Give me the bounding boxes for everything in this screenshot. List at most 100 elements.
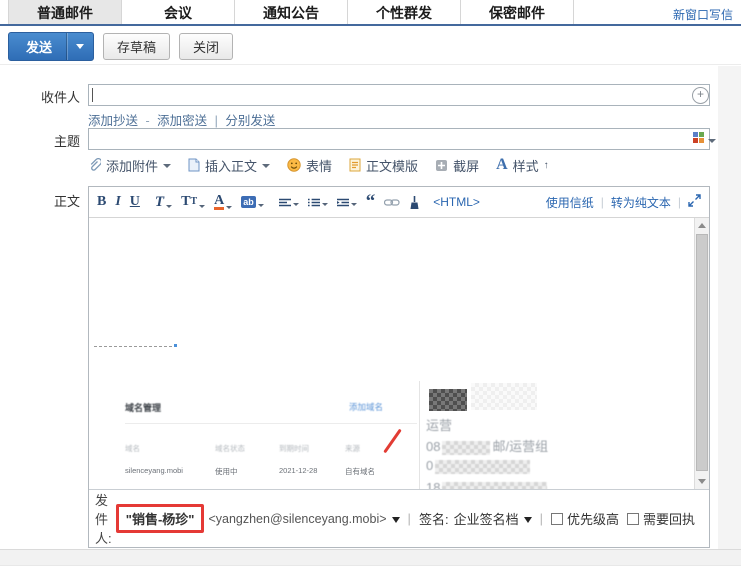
tab-confidential-mail[interactable]: 保密邮件 bbox=[461, 0, 574, 24]
mosaic-blur-block bbox=[442, 441, 490, 455]
style-A-icon: A bbox=[496, 156, 508, 174]
editor-body-area[interactable]: 域名管理 添加域名 域名 域名状态 到期时间 来源 silenceyang.mo… bbox=[89, 218, 709, 489]
tag-dropdown-arrow-icon[interactable] bbox=[708, 139, 716, 143]
read-receipt-checkbox[interactable] bbox=[627, 513, 639, 525]
red-annotation-box: "销售-杨珍" bbox=[116, 504, 205, 533]
send-dropdown-arrow-icon[interactable] bbox=[67, 33, 93, 60]
mosaic-blur-block bbox=[429, 389, 467, 411]
toolbar-divider bbox=[0, 64, 741, 65]
emoji-label: 表情 bbox=[306, 156, 332, 175]
from-email: <yangzhen@silenceyang.mobi> bbox=[208, 512, 386, 526]
font-color-button[interactable]: A bbox=[214, 195, 232, 210]
body-template-label: 正文模版 bbox=[366, 156, 418, 175]
dropdown-arrow-icon bbox=[351, 203, 357, 206]
page-gutter bbox=[718, 66, 741, 549]
indent-icon bbox=[337, 198, 349, 207]
text-caret bbox=[92, 88, 93, 102]
font-family-button[interactable]: T bbox=[155, 195, 172, 209]
editor-scrollbar[interactable] bbox=[694, 218, 709, 489]
expand-icon bbox=[688, 194, 701, 207]
read-receipt-label: 需要回执 bbox=[643, 509, 695, 528]
signature-line: 运营 bbox=[426, 415, 452, 434]
link-separator: - bbox=[142, 114, 154, 128]
html-source-button[interactable]: <HTML> bbox=[433, 195, 480, 209]
mosaic-blur-block bbox=[471, 383, 537, 410]
tab-meeting[interactable]: 会议 bbox=[122, 0, 235, 24]
footer-separator: | bbox=[408, 511, 411, 526]
style-button[interactable]: A 样式 ↑ bbox=[496, 156, 549, 175]
add-attachment-label: 添加附件 bbox=[106, 156, 158, 175]
table-header: 来源 bbox=[345, 443, 360, 454]
mosaic-blur-block bbox=[442, 482, 547, 489]
expand-editor-button[interactable] bbox=[688, 194, 701, 210]
new-window-compose-link[interactable]: 新窗口写信 bbox=[673, 6, 733, 23]
bold-button[interactable]: B bbox=[97, 195, 106, 209]
scrollbar-thumb[interactable] bbox=[696, 234, 708, 471]
tab-personalized-mass[interactable]: 个性群发 bbox=[348, 0, 461, 24]
underline-button[interactable]: U bbox=[130, 195, 140, 209]
to-plaintext-link[interactable]: 转为纯文本 bbox=[611, 194, 671, 211]
align-button[interactable] bbox=[279, 198, 299, 207]
insert-body-label: 插入正文 bbox=[205, 156, 257, 175]
dropdown-arrow-icon bbox=[262, 164, 270, 168]
action-toolbar: 发送 存草稿 关闭 bbox=[0, 28, 741, 64]
insert-link-button[interactable] bbox=[384, 198, 400, 207]
signature-line: 08邮/运营组 bbox=[426, 436, 548, 455]
table-header: 到期时间 bbox=[279, 443, 309, 454]
separate-send-link[interactable]: 分别发送 bbox=[225, 114, 275, 128]
use-stationery-link[interactable]: 使用信纸 bbox=[546, 194, 594, 211]
toolbar-separator: | bbox=[601, 195, 604, 209]
bottom-strip bbox=[0, 549, 741, 566]
red-pen-annotation bbox=[383, 429, 402, 454]
scrollbar-down-icon[interactable] bbox=[698, 479, 706, 484]
screenshot-divider bbox=[125, 423, 417, 424]
italic-button[interactable]: I bbox=[115, 195, 120, 209]
dropdown-arrow-icon bbox=[199, 205, 205, 208]
clear-format-button[interactable] bbox=[409, 196, 420, 209]
cc-bcc-links: 添加抄送 - 添加密送 | 分别发送 bbox=[88, 110, 275, 129]
signature-dropdown-arrow-icon[interactable] bbox=[524, 517, 532, 523]
table-header: 域名状态 bbox=[215, 443, 245, 454]
scrollbar-up-icon[interactable] bbox=[698, 223, 706, 228]
rich-text-editor: B I U T TT A ab “ <HTML> 使用信纸 | 转为纯文本 | bbox=[88, 186, 710, 548]
add-cc-link[interactable]: 添加抄送 bbox=[88, 114, 138, 128]
blockquote-button[interactable]: “ bbox=[366, 197, 376, 207]
screen-capture-button[interactable]: 截屏 bbox=[435, 156, 479, 175]
tag-grid-icon[interactable] bbox=[693, 132, 704, 143]
tab-normal-mail[interactable]: 普通邮件 bbox=[8, 0, 122, 24]
font-size-button[interactable]: TT bbox=[181, 195, 205, 209]
link-separator: | bbox=[211, 114, 222, 128]
list-button[interactable] bbox=[308, 198, 328, 207]
indent-button[interactable] bbox=[337, 198, 357, 207]
tab-notice[interactable]: 通知公告 bbox=[235, 0, 348, 24]
emoji-button[interactable]: 表情 bbox=[287, 156, 332, 175]
dropdown-arrow-icon bbox=[166, 205, 172, 208]
paperclip-icon bbox=[88, 158, 101, 172]
add-attachment-button[interactable]: 添加附件 bbox=[88, 156, 171, 175]
priority-high-label: 优先级高 bbox=[567, 509, 619, 528]
subject-input[interactable] bbox=[88, 128, 710, 150]
from-dropdown-arrow-icon[interactable] bbox=[392, 517, 400, 523]
priority-high-checkbox[interactable] bbox=[551, 513, 563, 525]
signature-line: 0 bbox=[426, 458, 532, 474]
editor-format-toolbar: B I U T TT A ab “ <HTML> 使用信纸 | 转为纯文本 | bbox=[89, 187, 709, 218]
signature-value[interactable]: 企业签名档 bbox=[454, 509, 519, 528]
template-doc-icon bbox=[349, 158, 361, 172]
list-icon bbox=[308, 198, 320, 207]
broom-icon bbox=[409, 196, 420, 209]
add-bcc-link[interactable]: 添加密送 bbox=[157, 114, 207, 128]
screenshot-vertical-divider bbox=[419, 381, 420, 489]
body-template-button[interactable]: 正文模版 bbox=[349, 156, 418, 175]
insert-body-button[interactable]: 插入正文 bbox=[188, 156, 270, 175]
save-draft-button[interactable]: 存草稿 bbox=[103, 33, 170, 60]
dropdown-arrow-icon bbox=[163, 164, 171, 168]
signature-label: 签名: bbox=[419, 509, 449, 528]
highlight-color-button[interactable]: ab bbox=[241, 196, 264, 208]
close-button[interactable]: 关闭 bbox=[179, 33, 233, 60]
recipient-input[interactable] bbox=[88, 84, 710, 106]
body-label: 正文 bbox=[0, 191, 80, 210]
send-button[interactable]: 发送 bbox=[8, 32, 94, 61]
screenshot-icon bbox=[435, 159, 448, 172]
screen-capture-label: 截屏 bbox=[453, 156, 479, 175]
add-recipient-plus-icon[interactable]: + bbox=[692, 87, 709, 104]
